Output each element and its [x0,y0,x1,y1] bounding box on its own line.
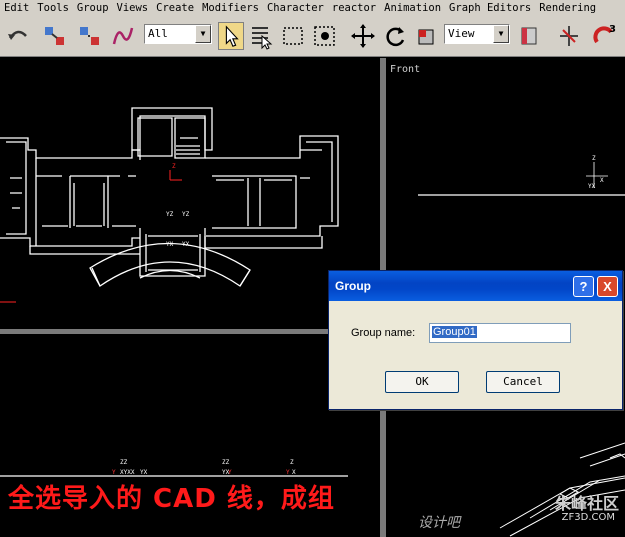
select-by-name-icon[interactable] [248,22,274,50]
svg-text:Z: Z [172,163,176,170]
reference-coordinate-value: View [448,27,475,40]
menu-character[interactable]: Character [263,0,328,17]
dialog-title: Group [335,279,371,293]
top-viewport[interactable]: Z YZ YZ YX YX [0,58,380,328]
menu-views[interactable]: Views [113,0,153,17]
svg-text:YZ: YZ [166,211,174,218]
rotate-icon[interactable] [382,22,408,50]
svg-text:Z: Z [592,155,596,162]
unlink-selection-icon[interactable] [77,22,103,50]
menu-create[interactable]: Create [152,0,198,17]
group-name-value: Group01 [432,326,477,338]
watermark-brand: 朱峰社区 [554,494,619,513]
svg-text:YX: YX [140,469,148,476]
menu-edit[interactable]: Edit [0,0,33,17]
svg-text:YX: YX [166,241,174,248]
menu-modifiers[interactable]: Modifiers [198,0,263,17]
reference-coordinate-dropdown[interactable]: View ▼ [444,24,510,44]
ok-button[interactable]: OK [385,371,459,393]
menu-animation[interactable]: Animation [380,0,445,17]
group-name-input[interactable]: Group01 [429,323,571,343]
svg-text:ZZ: ZZ [120,459,128,466]
select-manipulate-icon[interactable] [556,22,582,50]
front-viewport[interactable]: Z YX X [386,58,625,268]
svg-text:YX: YX [588,183,596,190]
svg-text:Y: Y [112,469,116,476]
select-and-link-icon[interactable] [42,22,68,50]
svg-text:YX: YX [222,469,230,476]
scale-icon[interactable] [414,22,440,50]
instruction-caption: 全选导入的 CAD 线，成组 [8,484,335,514]
menu-graph-editors[interactable]: Graph Editors [445,0,535,17]
svg-text:ZZ: ZZ [222,459,230,466]
pivot-center-icon[interactable] [516,22,542,50]
rectangular-selection-icon[interactable] [280,22,306,50]
pointer-icon [225,25,239,47]
snap-badge: 3 [609,24,616,35]
menu-tools[interactable]: Tools [33,0,73,17]
chevron-down-icon: ▼ [195,25,211,43]
main-toolbar: All ▼ View ▼ 3 [0,17,625,57]
svg-text:Z: Z [290,459,294,466]
selection-filter-dropdown[interactable]: All ▼ [144,24,212,44]
svg-text:XYXX: XYXX [120,469,135,476]
watermark-site: 设计吧 [418,515,460,531]
svg-text:X: X [292,469,296,476]
snap-toggle-icon[interactable]: 3 [592,22,618,50]
bind-to-space-warp-icon[interactable] [110,22,136,50]
move-icon[interactable] [350,22,376,50]
cancel-button[interactable]: Cancel [486,371,560,393]
select-object-button[interactable] [218,22,244,50]
chevron-down-icon: ▼ [493,25,509,43]
dialog-body: Group name: Group01 OK Cancel [329,301,622,409]
svg-text:X: X [600,177,604,184]
window-crossing-icon[interactable] [312,22,338,50]
selection-filter-value: All [148,27,168,40]
menu-rendering[interactable]: Rendering [535,0,600,17]
menu-bar: Edit Tools Group Views Create Modifiers … [0,0,625,17]
help-button[interactable]: ? [573,276,594,297]
group-dialog: Group ? X Group name: Group01 OK Cancel [328,270,623,410]
menu-reactor[interactable]: reactor [328,0,380,17]
svg-text:YX: YX [182,241,190,248]
close-button[interactable]: X [597,276,618,297]
svg-text:YZ: YZ [182,211,190,218]
svg-text:Y: Y [286,469,290,476]
undo-icon[interactable] [5,22,31,50]
watermark-url: ZF3D.COM [561,512,615,523]
menu-group[interactable]: Group [73,0,113,17]
group-name-label: Group name: [351,327,416,339]
dialog-title-bar[interactable]: Group ? X [329,271,622,301]
